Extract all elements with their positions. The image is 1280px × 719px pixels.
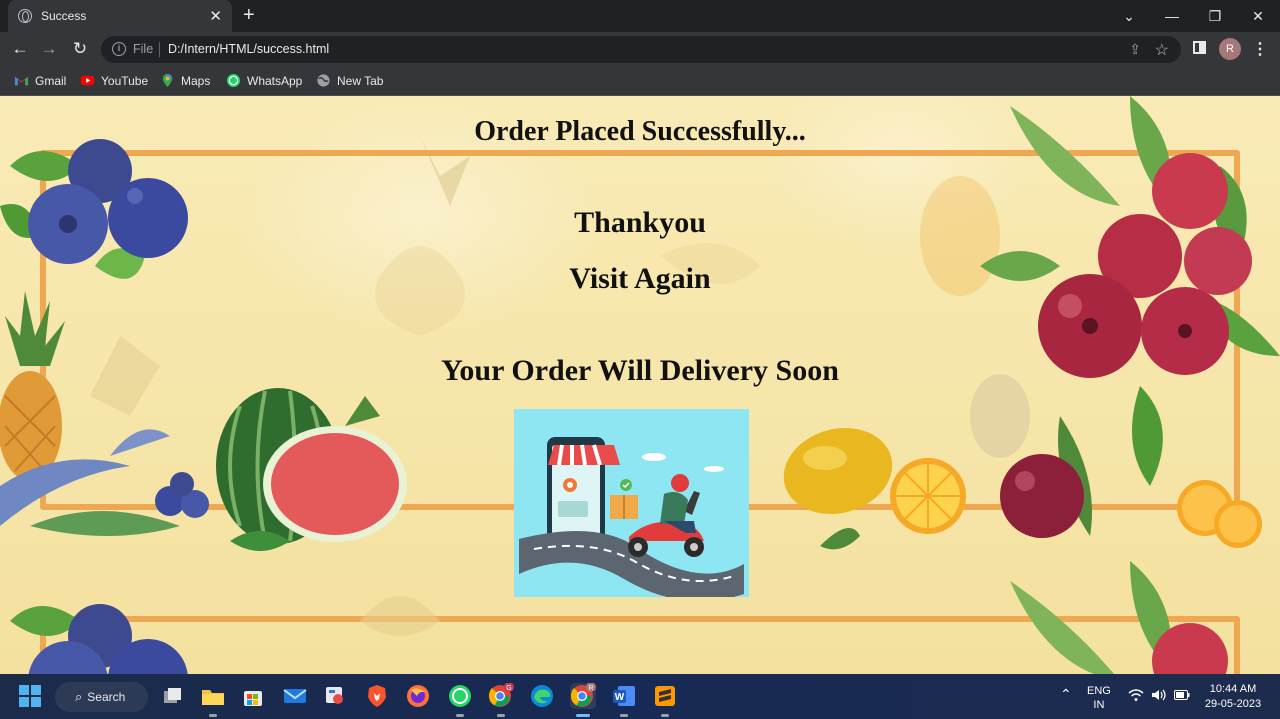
visit-again-heading: Visit Again bbox=[569, 262, 711, 295]
battery-icon[interactable] bbox=[1174, 690, 1190, 703]
info-icon[interactable]: i bbox=[112, 42, 126, 56]
brave-browser-icon[interactable] bbox=[364, 683, 390, 709]
search-label: Search bbox=[87, 690, 126, 704]
open-app-indicator bbox=[456, 714, 464, 717]
bookmark-youtube[interactable]: YouTube bbox=[80, 73, 148, 88]
address-bar[interactable]: i File D:/Intern/HTML/success.html ⇪ ☆ bbox=[101, 36, 1181, 63]
side-panel-icon[interactable] bbox=[1193, 41, 1206, 54]
chrome-badge-r: R bbox=[588, 685, 593, 692]
windows-start-icon[interactable] bbox=[19, 685, 41, 707]
share-icon[interactable]: ⇪ bbox=[1129, 41, 1141, 58]
browser-toolbar: ← → ↻ i File D:/Intern/HTML/success.html… bbox=[0, 32, 1280, 66]
chrome-profile-g-icon[interactable]: G bbox=[488, 683, 514, 709]
windows-taskbar: ⌕ Search G R W ⌃ ENG IN 10:44 AM 29-05-2… bbox=[0, 674, 1280, 719]
language-indicator[interactable]: ENG IN bbox=[1087, 684, 1111, 712]
url-text[interactable]: D:/Intern/HTML/success.html bbox=[168, 42, 329, 56]
edge-icon[interactable] bbox=[529, 683, 555, 709]
bookmark-gmail[interactable]: Gmail bbox=[14, 73, 66, 88]
microsoft-store-icon[interactable] bbox=[240, 683, 266, 709]
menu-icon[interactable]: ⋮ bbox=[1252, 39, 1268, 59]
sublime-text-icon[interactable] bbox=[652, 683, 678, 709]
close-tab-icon[interactable]: ✕ bbox=[209, 9, 222, 24]
wifi-icon[interactable] bbox=[1128, 688, 1144, 705]
chrome-profile-r-icon[interactable]: R bbox=[570, 683, 596, 709]
order-placed-heading: Order Placed Successfully... bbox=[474, 116, 806, 147]
tab-title: Success bbox=[41, 9, 87, 23]
url-scheme-label: File bbox=[133, 42, 154, 56]
file-explorer-icon[interactable] bbox=[200, 683, 226, 709]
open-app-indicator bbox=[209, 714, 217, 717]
search-icon: ⌕ bbox=[75, 689, 83, 704]
bookmark-label: WhatsApp bbox=[247, 73, 303, 88]
profile-avatar[interactable]: R bbox=[1219, 38, 1241, 60]
thankyou-heading: Thankyou bbox=[574, 206, 706, 239]
bookmark-new-tab[interactable]: New Tab bbox=[316, 73, 383, 88]
delivery-scooter-illustration bbox=[519, 437, 744, 597]
bookmark-label: Gmail bbox=[35, 73, 67, 88]
bookmark-whatsapp[interactable]: WhatsApp bbox=[226, 73, 302, 88]
clock-time: 10:44 AM bbox=[1209, 683, 1257, 695]
chrome-badge-g: G bbox=[506, 685, 511, 692]
bookmark-label: Maps bbox=[181, 73, 211, 88]
open-app-indicator bbox=[661, 714, 669, 717]
open-app-indicator bbox=[620, 714, 628, 717]
word-icon[interactable]: W bbox=[611, 683, 637, 709]
minimize-button[interactable]: — bbox=[1150, 0, 1194, 32]
bookmark-label: YouTube bbox=[101, 73, 149, 88]
back-button[interactable]: ← bbox=[8, 38, 32, 60]
taskbar-search[interactable]: ⌕ Search bbox=[55, 682, 148, 712]
forward-button[interactable]: → bbox=[37, 38, 61, 60]
show-hidden-icons-chevron[interactable]: ⌃ bbox=[1060, 686, 1072, 703]
region-code: IN bbox=[1093, 699, 1105, 711]
bookmark-star-icon[interactable]: ☆ bbox=[1155, 40, 1169, 60]
snipping-tool-icon[interactable] bbox=[322, 683, 348, 709]
delivery-image bbox=[514, 409, 749, 597]
divider bbox=[159, 42, 160, 57]
tab-strip: Success ✕ + ⌄ — ❐ ✕ bbox=[0, 0, 1280, 32]
delivery-heading: Your Order Will Delivery Soon bbox=[441, 354, 839, 387]
bookmarks-bar: Gmail YouTube Maps WhatsApp New Tab bbox=[0, 66, 1280, 96]
clock[interactable]: 10:44 AM 29-05-2023 bbox=[1198, 682, 1268, 712]
gmail-icon bbox=[14, 76, 29, 86]
firefox-icon[interactable] bbox=[405, 683, 431, 709]
open-app-indicator bbox=[497, 714, 505, 717]
mail-icon[interactable] bbox=[282, 683, 308, 709]
maps-icon bbox=[162, 73, 173, 88]
svg-text:W: W bbox=[615, 692, 625, 703]
tab-search-icon[interactable]: ⌄ bbox=[1107, 0, 1151, 32]
globe-icon bbox=[18, 9, 32, 23]
globe-icon bbox=[317, 74, 330, 87]
whatsapp-taskbar-icon[interactable] bbox=[447, 683, 473, 709]
language-code: ENG bbox=[1087, 685, 1111, 697]
close-window-button[interactable]: ✕ bbox=[1236, 0, 1280, 32]
bookmark-maps[interactable]: Maps bbox=[160, 73, 210, 88]
reload-button[interactable]: ↻ bbox=[68, 38, 92, 60]
whatsapp-icon bbox=[226, 73, 241, 88]
bookmark-label: New Tab bbox=[337, 73, 384, 88]
restore-button[interactable]: ❐ bbox=[1193, 0, 1237, 32]
page-content: Order Placed Successfully... Thankyou Vi… bbox=[0, 96, 1280, 674]
active-app-indicator bbox=[576, 714, 590, 717]
tab-success[interactable]: Success ✕ bbox=[8, 0, 232, 32]
new-tab-button[interactable]: + bbox=[243, 4, 255, 26]
clock-date: 29-05-2023 bbox=[1204, 698, 1262, 710]
task-view-icon[interactable] bbox=[160, 683, 186, 709]
youtube-icon bbox=[80, 75, 95, 86]
volume-icon[interactable] bbox=[1151, 688, 1167, 705]
